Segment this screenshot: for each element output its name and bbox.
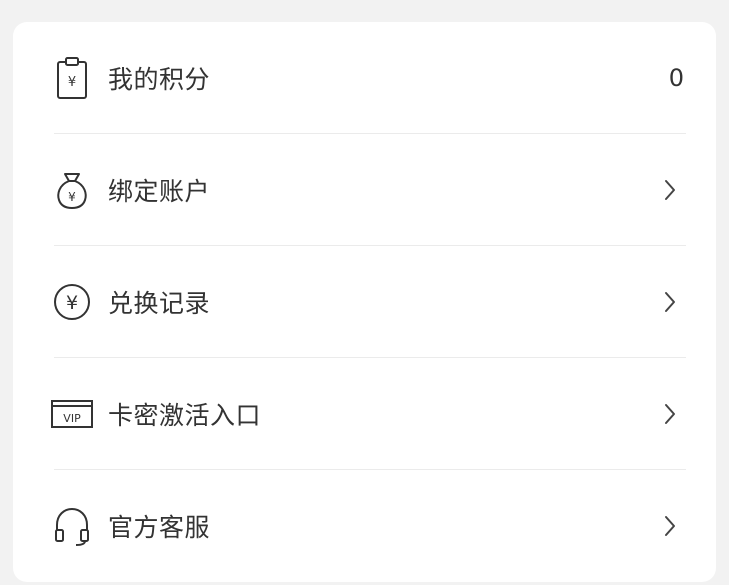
menu-item-label: 绑定账户 [108,176,211,206]
svg-text:¥: ¥ [66,292,78,314]
vip-card-icon: VIP [50,392,94,436]
chevron-right-icon [660,290,680,314]
headset-icon [50,504,94,548]
points-clipboard-icon: ¥ [50,56,94,100]
yuan-circle-icon: ¥ [50,280,94,324]
chevron-right-icon [660,178,680,202]
menu-item-exchange-records[interactable]: ¥ 兑换记录 [54,246,686,358]
account-menu-card: ¥ 我的积分 0 ¥ 绑定账户 ¥ 兑换记录 VIP 卡密激活入口 官方客服 [13,22,716,582]
menu-item-label: 我的积分 [108,64,211,94]
svg-text:VIP: VIP [63,412,81,425]
menu-item-label: 兑换记录 [108,288,211,318]
menu-item-customer-service[interactable]: 官方客服 [54,470,686,582]
menu-item-points[interactable]: ¥ 我的积分 0 [54,22,686,134]
chevron-right-icon [660,514,680,538]
money-bag-icon: ¥ [50,168,94,212]
menu-item-bind-account[interactable]: ¥ 绑定账户 [54,134,686,246]
menu-item-card-activation[interactable]: VIP 卡密激活入口 [51,358,686,470]
menu-item-label: 卡密激活入口 [108,400,262,430]
chevron-right-icon [660,402,680,426]
menu-item-label: 官方客服 [108,513,211,542]
svg-text:¥: ¥ [68,75,76,90]
points-value: 0 [668,63,684,92]
svg-text:¥: ¥ [68,190,76,204]
